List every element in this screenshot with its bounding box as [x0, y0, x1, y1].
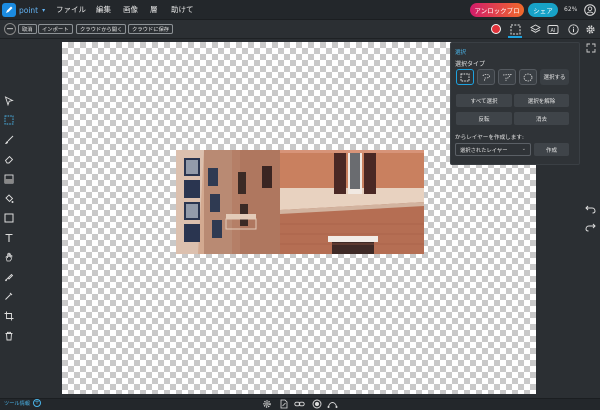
eraser-tool-icon[interactable]	[3, 153, 15, 165]
fill-bucket-tool-icon[interactable]	[3, 193, 15, 205]
brush-tool-icon[interactable]	[3, 134, 15, 146]
link-icon[interactable]	[294, 398, 305, 409]
open-from-cloud-button[interactable]: クラウドから開く	[76, 24, 127, 34]
text-tool-icon[interactable]	[3, 232, 15, 244]
crop-tool-icon[interactable]	[3, 310, 15, 322]
menu-item-layer[interactable]: 層	[150, 4, 158, 15]
plus-icon[interactable]: +	[33, 399, 41, 407]
ellipse-select-icon[interactable]	[519, 69, 537, 85]
user-icon[interactable]	[584, 4, 596, 16]
settings-adjust-icon[interactable]	[261, 398, 272, 409]
shape-tool-icon[interactable]	[3, 212, 15, 224]
menu-item-edit[interactable]: 編集	[96, 4, 111, 15]
rect-select-icon[interactable]	[456, 69, 474, 85]
minus-circle-icon[interactable]	[4, 23, 16, 35]
panel-title: 選択	[455, 50, 467, 56]
svg-text:AI: AI	[551, 27, 556, 33]
unlock-pro-button[interactable]: アンロックプロ	[470, 3, 524, 17]
redo-icon[interactable]	[584, 221, 596, 233]
layer-source-select[interactable]: 選択されたレイヤー ⌄	[455, 143, 531, 156]
pointer-tool-icon[interactable]	[3, 95, 15, 107]
selection-type-label: 選択タイプ	[455, 61, 486, 68]
create-layer-label: からレイヤーを作成します:	[455, 135, 524, 141]
menu-item-image[interactable]: 画像	[123, 4, 138, 15]
active-tab-indicator	[508, 36, 522, 38]
marquee-tool-icon[interactable]	[3, 114, 15, 126]
hand-tool-icon[interactable]	[3, 251, 15, 263]
polygon-lasso-icon[interactable]	[498, 69, 516, 85]
invert-button[interactable]: 反転	[456, 112, 512, 125]
menu-item-help[interactable]: 助けて	[171, 4, 194, 15]
create-layer-button[interactable]: 作成	[534, 143, 569, 156]
share-button[interactable]: シェア	[528, 3, 558, 17]
save-to-cloud-button[interactable]: クラウドに保存	[128, 24, 174, 34]
color-swatch[interactable]	[491, 24, 501, 34]
selection-tool-icon[interactable]	[508, 22, 522, 36]
path-curve-icon[interactable]	[327, 398, 338, 409]
app-logo[interactable]: point ▾	[2, 2, 45, 18]
pen-logo-icon	[2, 3, 16, 17]
chevron-down-icon: ⌄	[521, 146, 526, 152]
lasso-select-icon[interactable]	[477, 69, 495, 85]
deselect-button[interactable]: 選択を解除	[514, 94, 569, 107]
building-photo[interactable]	[176, 150, 424, 254]
undo-icon[interactable]	[584, 203, 596, 215]
record-icon[interactable]	[311, 398, 322, 409]
trash-icon[interactable]	[3, 330, 15, 342]
tool-info-link[interactable]: ツール情報	[4, 400, 30, 407]
select-all-button[interactable]: すべて選択	[456, 94, 512, 107]
document-edit-icon[interactable]	[278, 398, 289, 409]
erase-button[interactable]: 消去	[514, 112, 569, 125]
select-button[interactable]: 選択する	[540, 69, 569, 85]
gear-icon[interactable]	[583, 22, 597, 36]
menu-item-file[interactable]: ファイル	[56, 4, 86, 15]
layer-select-value: 選択されたレイヤー	[460, 147, 508, 154]
layers-icon[interactable]	[528, 22, 542, 36]
chevron-down-icon: ▾	[42, 6, 46, 14]
expand-icon[interactable]	[586, 43, 596, 53]
eyedropper-tool-icon[interactable]	[3, 290, 15, 302]
undo-text-button[interactable]: 取消	[18, 24, 37, 34]
clone-stamp-tool-icon[interactable]	[3, 271, 15, 283]
info-icon[interactable]	[566, 22, 580, 36]
gradient-tool-icon[interactable]	[3, 173, 15, 185]
ai-icon[interactable]: AI	[546, 22, 560, 36]
zoom-level: 62%	[564, 6, 578, 13]
app-name: point	[19, 5, 39, 15]
import-button[interactable]: インポート	[38, 24, 73, 34]
